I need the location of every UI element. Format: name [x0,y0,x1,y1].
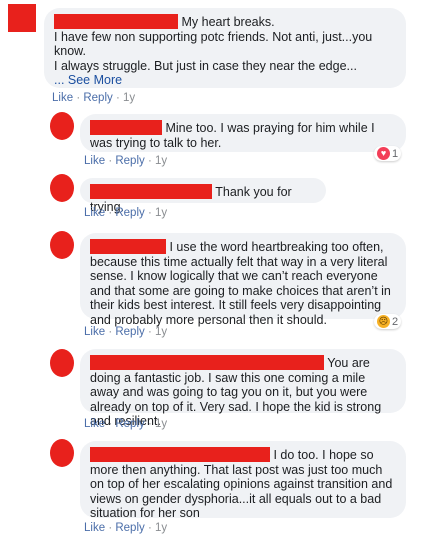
timestamp[interactable]: 1y [155,155,167,167]
like-link[interactable]: Like [84,207,105,219]
like-link[interactable]: Like [84,155,105,167]
timestamp[interactable]: 1y [155,418,167,430]
comment-bubble: Thank you for trying. [80,178,326,214]
reply-link[interactable]: Reply [115,418,144,430]
avatar[interactable] [50,112,74,140]
redacted-name [90,120,162,135]
separator: · [108,207,113,219]
redacted-name [90,447,270,462]
timestamp[interactable]: 1y [155,207,167,219]
separator: · [147,418,152,430]
redacted-name [54,14,178,29]
separator: · [108,418,113,430]
reaction-count: 2 [392,315,399,328]
separator: · [147,326,152,338]
sad-icon: ☹ [377,315,390,328]
timestamp[interactable]: 1y [155,326,167,338]
comment-actions: Like · Reply · 1y [84,522,167,534]
comment-bubble: You are doing a fantastic job. I saw thi… [80,349,406,428]
reply-link[interactable]: Reply [115,326,144,338]
separator: · [147,207,152,219]
see-more-link[interactable]: ... See More [54,73,122,87]
reply-link[interactable]: Reply [115,522,144,534]
avatar[interactable] [50,439,74,467]
comment-actions: Like · Reply · 1y [52,92,135,104]
comment-bubble: Mine too. I was praying for him while I … [80,114,406,152]
comment-bubble: My heart breaks. I have few non supporti… [44,8,406,88]
separator: · [76,92,81,104]
reaction-badge[interactable]: ♥ 1 [374,146,402,161]
like-link[interactable]: Like [84,326,105,338]
redacted-name [90,355,324,370]
avatar[interactable] [8,4,36,32]
comment-actions: Like · Reply · 1y [84,326,167,338]
avatar[interactable] [50,231,74,259]
redacted-name [90,184,212,199]
comment-actions: Like · Reply · 1y [84,418,167,430]
separator: · [108,326,113,338]
reply-link[interactable]: Reply [115,207,144,219]
comment-actions: Like · Reply · 1y [84,207,167,219]
separator: · [108,522,113,534]
timestamp[interactable]: 1y [123,92,135,104]
avatar[interactable] [50,349,74,377]
separator: · [147,155,152,167]
reaction-badge[interactable]: ☹ 2 [374,314,402,329]
like-link[interactable]: Like [84,522,105,534]
separator: · [147,522,152,534]
comment-bubble: I use the word heartbreaking too often, … [80,233,406,327]
like-link[interactable]: Like [52,92,73,104]
avatar[interactable] [50,174,74,202]
separator: · [108,155,113,167]
separator: · [115,92,120,104]
like-link[interactable]: Like [84,418,105,430]
reply-link[interactable]: Reply [83,92,112,104]
timestamp[interactable]: 1y [155,522,167,534]
reply-link[interactable]: Reply [115,155,144,167]
heart-icon: ♥ [377,147,390,160]
redacted-name [90,239,166,254]
comment-bubble: I do too. I hope so more then anything. … [80,441,406,520]
comment-actions: Like · Reply · 1y [84,155,167,167]
reaction-count: 1 [392,147,399,160]
